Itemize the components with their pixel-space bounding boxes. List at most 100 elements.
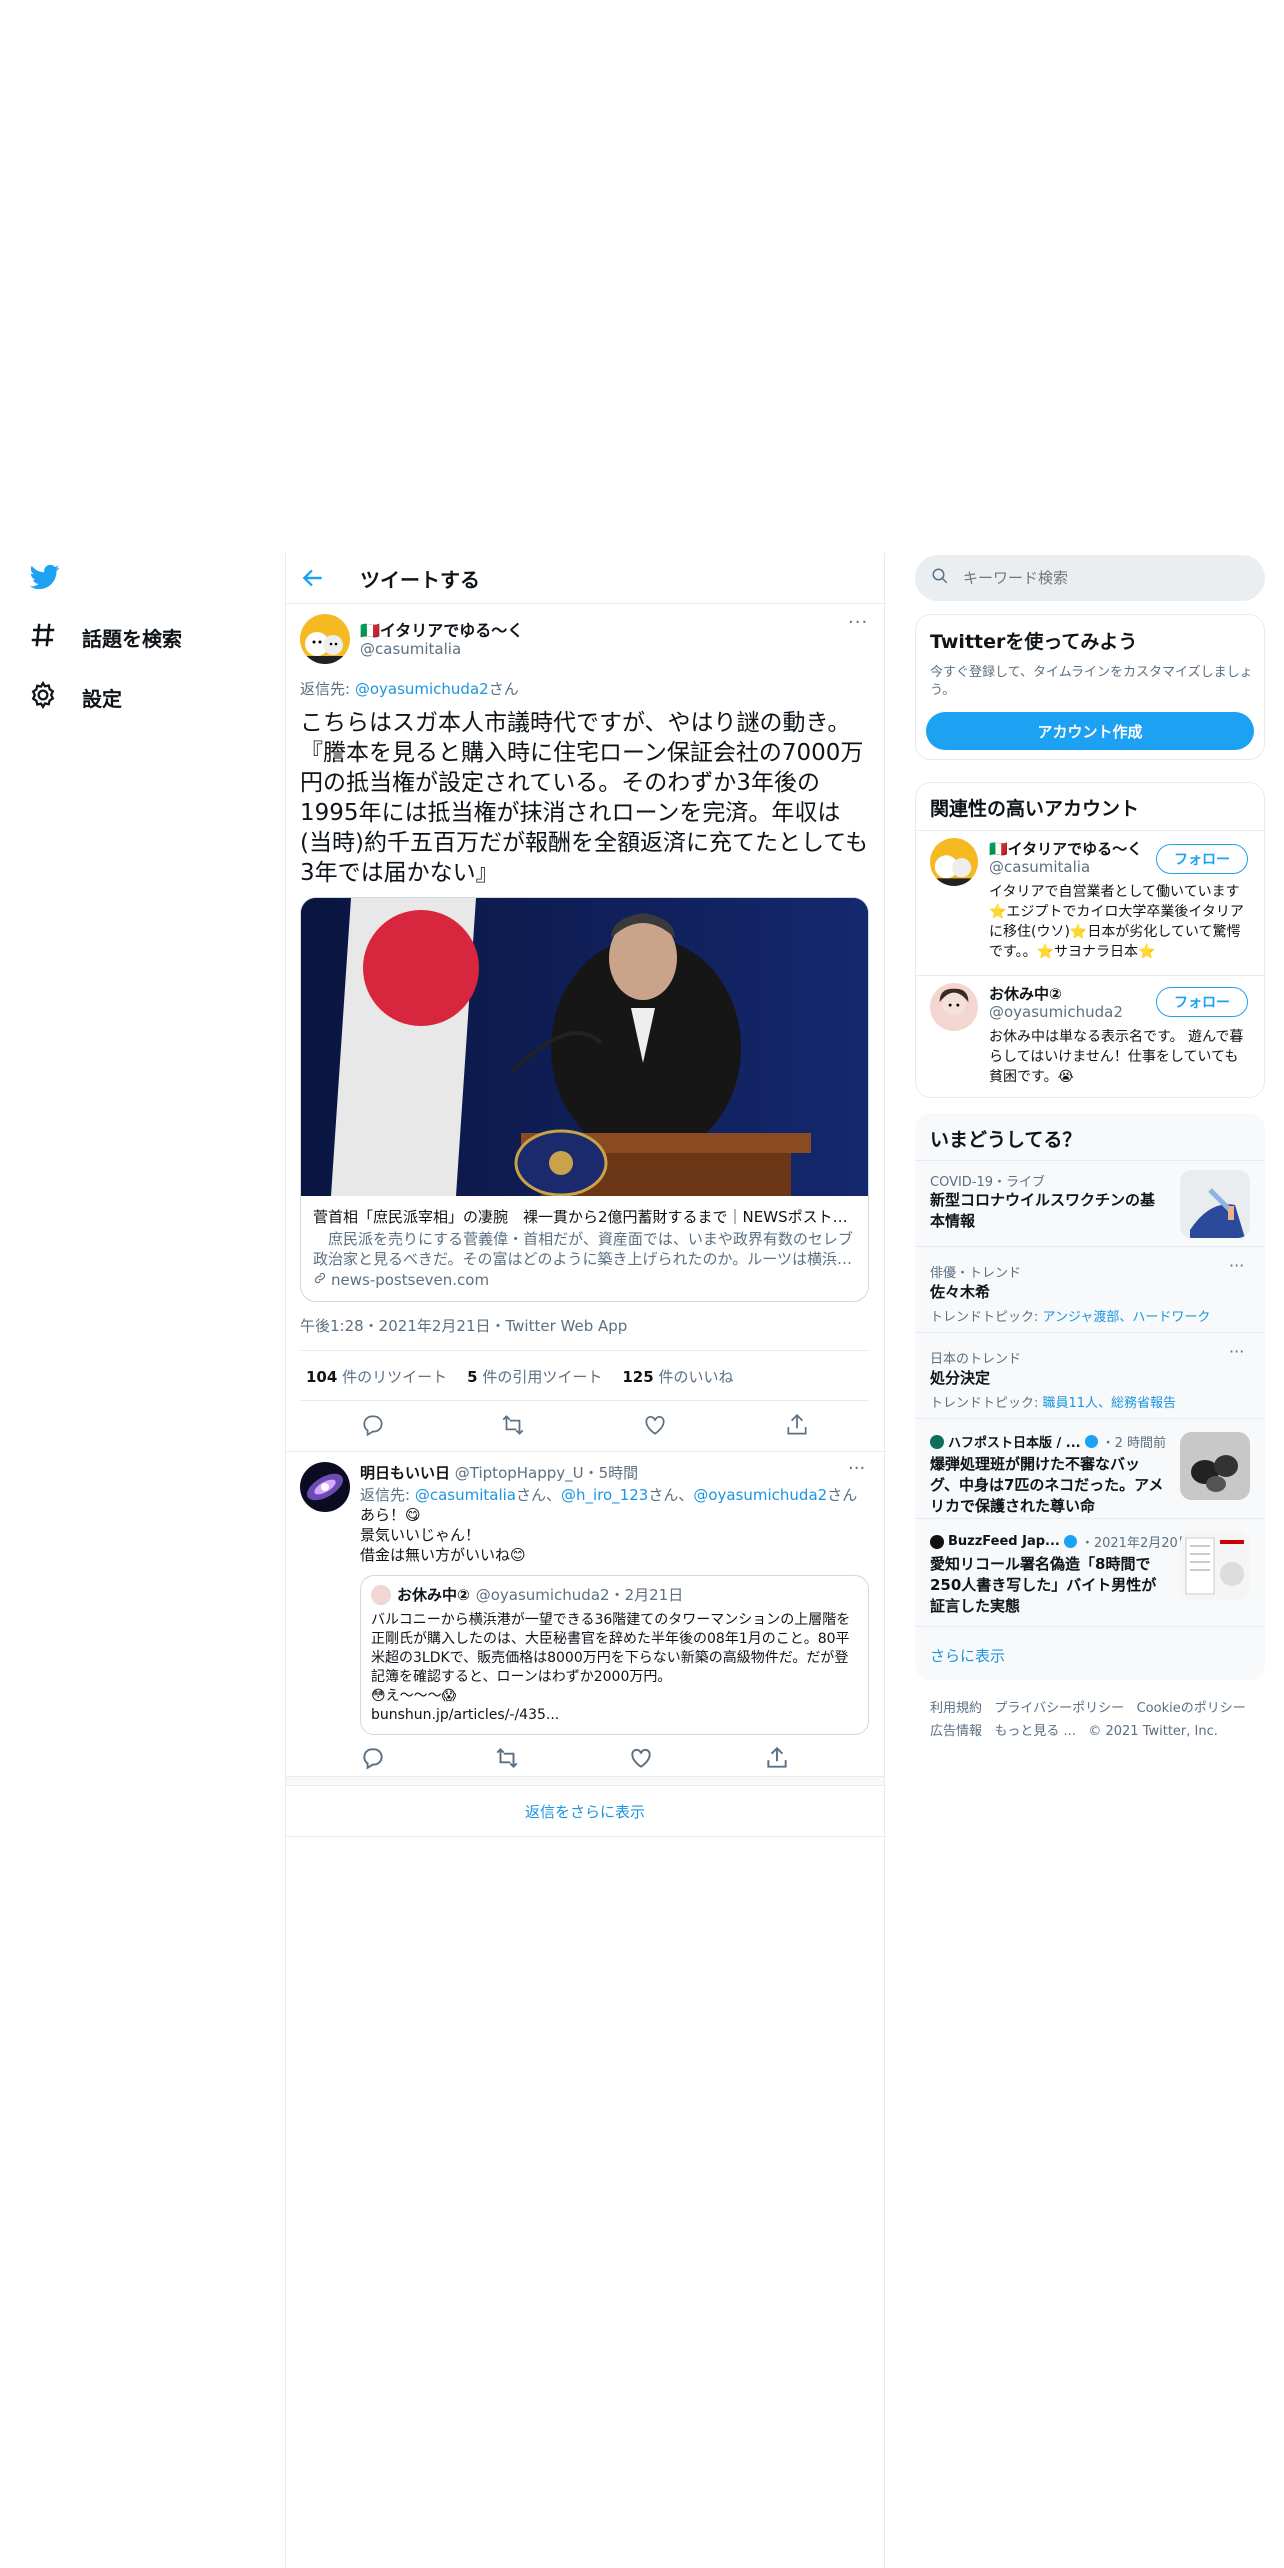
reply-like-icon[interactable] xyxy=(628,1745,651,1768)
trend-item-4[interactable]: ハフポスト日本版 / ... ・2 時間前 爆弾処理班が開けた不審なバッグ、中身… xyxy=(915,1418,1265,1518)
author-handle[interactable]: @casumitalia xyxy=(360,640,461,658)
signup-title: Twitterを使ってみよう xyxy=(930,631,1138,653)
show-more-replies-button[interactable]: 返信をさらに表示 xyxy=(286,1786,884,1836)
search-box[interactable] xyxy=(915,555,1265,601)
footer-more[interactable]: もっと見る ... xyxy=(994,1724,1076,1739)
quote-author-name: お休み中② xyxy=(397,1586,470,1604)
trend-more-icon-2[interactable]: ··· xyxy=(1229,1256,1244,1275)
reply-author-handle[interactable]: @TiptopHappy_U xyxy=(455,1464,584,1482)
trends-divider-5 xyxy=(915,1626,1265,1627)
reply-avatar[interactable] xyxy=(300,1462,350,1512)
relevant-account-2[interactable]: お休み中② @oyasumichuda2 フォロー お休み中は単なる表示名です。… xyxy=(915,975,1265,1097)
link-card-image xyxy=(301,898,868,1196)
trend-title-1: 新型コロナウイルスワクチンの基本情報 xyxy=(930,1191,1156,1230)
footer-copyright: © 2021 Twitter, Inc. xyxy=(1088,1724,1218,1739)
trend-item-3[interactable]: 日本のトレンド ··· 処分決定 トレンドトピック: 職員11人、総務省報告 xyxy=(915,1332,1265,1418)
reply-text-line-1: あら！😋 xyxy=(360,1506,421,1524)
trend-topics-links-2[interactable]: アンジャ渡部、ハードワーク xyxy=(1043,1310,1211,1325)
avatar[interactable] xyxy=(300,614,350,664)
nav-settings[interactable]: 設定 xyxy=(28,680,122,715)
trend-source-4: ハフポスト日本版 / ... xyxy=(948,1436,1081,1451)
reply-mention-3[interactable]: @oyasumichuda2 xyxy=(693,1486,827,1504)
reply-context-sep-2: さん、 xyxy=(648,1486,694,1504)
reply-mention-1[interactable]: @casumitalia xyxy=(415,1486,516,1504)
relevant-bio-2: お休み中は単なる表示名です。 遊んで暮らしてはいけません！仕事をしていても貧困で… xyxy=(989,1029,1244,1085)
reply-mention[interactable]: @oyasumichuda2 xyxy=(355,680,489,698)
footer-terms[interactable]: 利用規約 xyxy=(930,1701,982,1716)
huffpost-logo-icon xyxy=(930,1434,944,1449)
trend-item-5[interactable]: BuzzFeed Jap... ・2021年2月20日 愛知リコール署名偽造「8… xyxy=(915,1518,1265,1626)
show-more-divider xyxy=(285,1836,885,1837)
relevant-name-1: 🇮🇹イタリアでゆる〜く xyxy=(989,840,1143,858)
reply-more-icon[interactable]: ··· xyxy=(848,1458,865,1479)
like-icon[interactable] xyxy=(642,1412,668,1438)
trend-topics-links-3[interactable]: 職員11人、総務省報告 xyxy=(1043,1396,1177,1411)
quote-text-line-2: 😳え～～～😱 xyxy=(371,1688,457,1704)
tweet-stats: 104 件のリツイート 5 件の引用ツイート 125 件のいいね xyxy=(306,1366,733,1387)
reply-context-sep-1: さん、 xyxy=(515,1486,561,1504)
retweet-icon[interactable] xyxy=(500,1412,526,1438)
create-account-button[interactable]: アカウント作成 xyxy=(926,712,1254,750)
relevant-account-1[interactable]: 🇮🇹イタリアでゆる〜く @casumitalia フォロー イタリアで自営業者と… xyxy=(915,830,1265,975)
signup-card: Twitterを使ってみよう 今すぐ登録して、タイムラインをカスタマイズしましょ… xyxy=(915,614,1265,760)
reply-reply-icon[interactable] xyxy=(360,1745,383,1770)
author-name[interactable]: 🇮🇹イタリアでゆる〜く xyxy=(360,617,523,641)
footer-cookie[interactable]: Cookieのポリシー xyxy=(1137,1701,1246,1716)
retweet-count[interactable]: 104 件のリツイート xyxy=(306,1366,447,1387)
relevant-title: 関連性の高いアカウント xyxy=(930,798,1140,820)
tweet-timestamp[interactable]: 午後1:28・2021年2月21日・Twitter Web App xyxy=(300,1315,627,1336)
more-options-icon[interactable]: ··· xyxy=(848,612,868,633)
buzzfeed-logo-icon xyxy=(930,1534,944,1549)
reply-retweet-icon[interactable] xyxy=(494,1745,518,1769)
search-input[interactable] xyxy=(963,569,1223,587)
relevant-name-2: お休み中② xyxy=(989,985,1062,1003)
quote-text: バルコニーから横浜港が一望できる36階建てのタワーマンションの上層階を正剛氏が購… xyxy=(371,1612,851,1685)
reply-time[interactable]: ・5時間 xyxy=(584,1464,639,1482)
like-count[interactable]: 125 件のいいね xyxy=(622,1366,733,1387)
quote-count[interactable]: 5 件の引用ツイート xyxy=(467,1366,602,1387)
trend-image-5 xyxy=(1180,1532,1250,1600)
link-icon xyxy=(313,1271,327,1289)
trend-item-2[interactable]: 俳優・トレンド ··· 佐々木希 トレンドトピック: アンジャ渡部、ハードワーク xyxy=(915,1246,1265,1332)
stats-divider-top xyxy=(300,1350,869,1351)
reply-text-line-2: 景気いいじゃん！ xyxy=(360,1526,481,1544)
trend-topics-label-2: トレンドトピック: xyxy=(930,1310,1043,1325)
footer-privacy[interactable]: プライバシーポリシー xyxy=(994,1701,1124,1716)
verified-badge-icon xyxy=(1084,1435,1098,1448)
quote-author-handle: @oyasumichuda2 xyxy=(475,1585,610,1604)
follow-button-1[interactable]: フォロー xyxy=(1156,844,1248,874)
trends-title: いまどうしてる？ xyxy=(930,1129,1082,1151)
nav-explore[interactable]: 話題を検索 xyxy=(28,620,182,655)
trend-meta-3: 日本のトレンド xyxy=(930,1352,1022,1367)
follow-button-2[interactable]: フォロー xyxy=(1156,987,1248,1017)
reply-suffix: さん xyxy=(488,680,519,698)
trend-title-2: 佐々木希 xyxy=(930,1283,991,1301)
relevant-handle-1: @casumitalia xyxy=(989,858,1091,876)
trend-more-icon-3[interactable]: ··· xyxy=(1229,1342,1244,1361)
trend-source-row-5: BuzzFeed Jap... ・2021年2月20日 xyxy=(930,1532,1191,1551)
trend-title-3: 処分決定 xyxy=(930,1369,991,1387)
link-card[interactable]: 菅首相「庶民派宰相」の凄腕 裸一貫から2億円蓄財するまで｜NEWSポスト… 庶民… xyxy=(300,897,869,1302)
trend-title-5: 愛知リコール署名偽造「8時間で250人書き写した」バイト男性が証言した実態 xyxy=(930,1555,1157,1615)
reply-author-name[interactable]: 明日もいい日 xyxy=(360,1464,450,1482)
search-icon xyxy=(931,567,949,589)
back-arrow-icon[interactable] xyxy=(300,565,330,591)
quote-time: ・2月21日 xyxy=(609,1586,684,1604)
relevant-avatar-1 xyxy=(930,838,978,886)
reply-share-icon[interactable] xyxy=(764,1745,787,1768)
nav-settings-label: 設定 xyxy=(82,687,122,711)
reply-text-line-3: 借金は無い方がいいね😊 xyxy=(360,1546,526,1564)
stats-divider-bottom xyxy=(300,1400,869,1401)
relevant-avatar-2 xyxy=(930,983,978,1031)
trend-item-1[interactable]: COVID-19・ライブ 新型コロナウイルスワクチンの基本情報 xyxy=(915,1160,1265,1246)
column-divider-left xyxy=(285,553,286,2568)
footer-ads[interactable]: 広告情報 xyxy=(930,1724,982,1739)
trends-show-more[interactable]: さらに表示 xyxy=(930,1645,1005,1666)
trend-source-5: BuzzFeed Jap... xyxy=(948,1534,1060,1549)
quote-tweet[interactable]: お休み中② @oyasumichuda2 ・2月21日 バルコニーから横浜港が一望… xyxy=(360,1575,869,1735)
share-icon[interactable] xyxy=(784,1412,810,1438)
reply-icon[interactable] xyxy=(360,1412,386,1438)
trend-topics-3: トレンドトピック: 職員11人、総務省報告 xyxy=(930,1392,1176,1411)
twitter-logo-icon[interactable] xyxy=(28,562,62,592)
reply-mention-2[interactable]: @h_iro_123 xyxy=(561,1486,648,1504)
